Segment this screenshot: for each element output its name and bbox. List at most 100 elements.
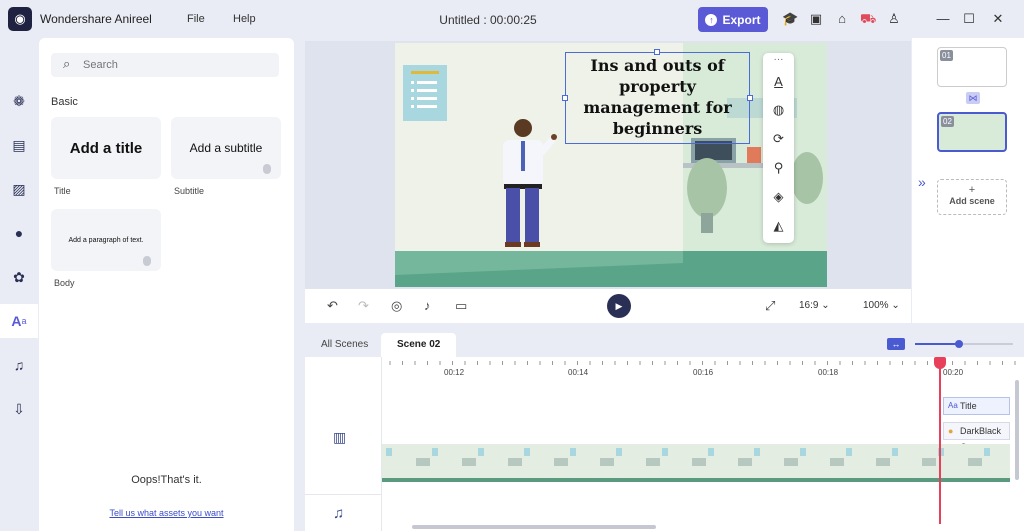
undo-icon[interactable]: ↶ xyxy=(327,298,338,314)
scene-thumb-02[interactable]: 02 xyxy=(937,112,1007,152)
card-subtitle[interactable]: Add a subtitle xyxy=(171,117,281,179)
fit-timeline-icon[interactable]: ↔ xyxy=(887,338,905,350)
video-track-icon: ▥ xyxy=(333,429,347,445)
search-input[interactable] xyxy=(51,53,279,77)
export-button[interactable]: ↑ Export xyxy=(698,7,768,32)
add-scene-label: Add scene xyxy=(949,196,995,206)
strip-frame xyxy=(708,448,752,466)
card-title-preview: Add a title xyxy=(69,139,143,157)
playhead-handle[interactable] xyxy=(934,357,946,369)
upload-icon: ↑ xyxy=(705,13,718,26)
add-scene-button[interactable]: + Add scene xyxy=(937,179,1007,215)
strip-frame xyxy=(984,448,1024,466)
strip-frame xyxy=(938,448,982,466)
palette-icon[interactable]: ◍ xyxy=(763,102,794,118)
timeline-track-labels: ▥ ♫ xyxy=(305,357,382,531)
graduation-cap-icon[interactable]: 🎓 xyxy=(782,11,798,27)
section-label-basic: Basic xyxy=(51,96,78,108)
title-clip-label: Title xyxy=(960,401,977,411)
minimize-icon[interactable]: — xyxy=(935,11,951,27)
strip-frame xyxy=(432,448,476,466)
rail-person-icon[interactable]: ● xyxy=(0,216,38,250)
microphone-icon xyxy=(263,164,271,174)
tab-scene-02[interactable]: Scene 02 xyxy=(381,333,457,357)
aspect-ratio-select[interactable]: 16:9 ⌄ xyxy=(799,300,830,311)
rail-music-icon[interactable]: ♫ xyxy=(0,348,38,382)
microphone-record-icon[interactable]: ♪ xyxy=(424,298,431,313)
track-divider xyxy=(305,494,382,495)
chevron-down-icon: ⌄ xyxy=(821,300,830,311)
fullscreen-icon[interactable]: ⤢ xyxy=(765,298,775,314)
strip-frame xyxy=(386,448,430,466)
strip-frame xyxy=(524,448,568,466)
loop-icon[interactable]: ⟳ xyxy=(763,131,794,147)
strip-frames xyxy=(386,448,1024,466)
tick-label: 00:20 xyxy=(943,368,964,377)
aspect-ratio-value: 16:9 xyxy=(799,300,819,311)
tick-label: 00:12 xyxy=(444,368,465,377)
zoom-select[interactable]: 100% ⌄ xyxy=(863,300,900,311)
close-icon[interactable]: ✕ xyxy=(990,11,1006,27)
playhead-line[interactable] xyxy=(939,360,941,524)
card-body[interactable]: Add a paragraph of text. xyxy=(51,209,161,271)
collapse-chevron-icon[interactable]: » xyxy=(918,174,926,190)
zoom-slider-thumb[interactable] xyxy=(955,340,963,348)
audio-track-icon: ♫ xyxy=(333,505,345,522)
motion-path-icon[interactable]: ⚲ xyxy=(763,160,794,176)
strip-frame xyxy=(800,448,844,466)
more-icon[interactable]: ··· xyxy=(763,54,794,65)
microphone-icon xyxy=(143,256,151,266)
font-color-icon[interactable]: A xyxy=(763,74,794,89)
rail-scene-icon[interactable]: ▤ xyxy=(0,128,38,162)
strip-frame xyxy=(662,448,706,466)
record-screen-icon[interactable]: ◎ xyxy=(391,298,402,314)
canvas-text[interactable]: Ins and outs of property management for … xyxy=(568,55,747,139)
card-body-caption: Body xyxy=(54,278,75,288)
rail-character-icon[interactable]: ❁ xyxy=(0,84,38,118)
tab-all-scenes[interactable]: All Scenes xyxy=(305,333,384,357)
rail-import-icon[interactable]: ⇩ xyxy=(0,392,38,426)
rail-text-icon[interactable]: Aa xyxy=(0,304,38,338)
card-subtitle-preview: Add a subtitle xyxy=(189,141,263,155)
strip-frame xyxy=(616,448,660,466)
vertical-scrollbar[interactable] xyxy=(1015,380,1019,480)
flip-icon[interactable]: ◭ xyxy=(763,218,794,234)
card-body-preview: Add a paragraph of text. xyxy=(68,236,144,244)
camera-icon[interactable]: ▭ xyxy=(455,298,467,314)
play-button[interactable]: ▶ xyxy=(607,294,631,318)
text-clip-icon: Aa xyxy=(948,401,958,410)
floating-toolbar: ··· A ◍ ⟳ ⚲ ◈ ◭ xyxy=(763,53,794,243)
plus-icon: + xyxy=(968,184,976,196)
tick-label: 00:18 xyxy=(818,368,839,377)
timeline-scrollbar[interactable] xyxy=(412,525,656,529)
strip-frame xyxy=(754,448,798,466)
request-assets-link[interactable]: Tell us what assets you want xyxy=(39,508,294,518)
redo-icon[interactable]: ↷ xyxy=(358,298,369,314)
resize-handle[interactable] xyxy=(747,95,753,101)
layers-icon[interactable]: ◈ xyxy=(763,189,794,205)
tick-label: 00:14 xyxy=(568,368,589,377)
strip-frame xyxy=(846,448,890,466)
scene-video-strip[interactable] xyxy=(382,444,1024,482)
search-icon: ⌕ xyxy=(63,56,71,71)
rail-background-icon[interactable]: ▨ xyxy=(0,172,38,206)
card-title-caption: Title xyxy=(54,186,71,196)
account-icon[interactable]: ♙ xyxy=(886,11,902,27)
scene-number: 01 xyxy=(940,50,953,61)
transition-icon[interactable]: ⋈ xyxy=(966,92,980,104)
rail-props-icon[interactable]: ✿ xyxy=(0,260,38,294)
zoom-value: 100% xyxy=(863,300,889,311)
strip-frame xyxy=(570,448,614,466)
assets-panel: ⌕ Basic Add a title Title Add a subtitle… xyxy=(39,38,294,531)
document-title: Untitled : 00:00:25 xyxy=(439,13,537,27)
empty-message: Oops!That's it. xyxy=(131,474,202,486)
home-icon[interactable]: ⌂ xyxy=(834,11,850,27)
save-icon[interactable]: ▣ xyxy=(808,11,824,27)
character-clip[interactable]: ● DarkBlack O xyxy=(943,422,1010,452)
maximize-icon[interactable]: ☐ xyxy=(961,11,977,27)
card-subtitle-caption: Subtitle xyxy=(174,186,205,196)
scene-thumb-01[interactable]: 01 xyxy=(937,47,1007,87)
cart-icon[interactable]: ⛟ xyxy=(860,11,876,27)
title-clip[interactable]: Aa Title xyxy=(943,397,1010,415)
card-title[interactable]: Add a title xyxy=(51,117,161,179)
